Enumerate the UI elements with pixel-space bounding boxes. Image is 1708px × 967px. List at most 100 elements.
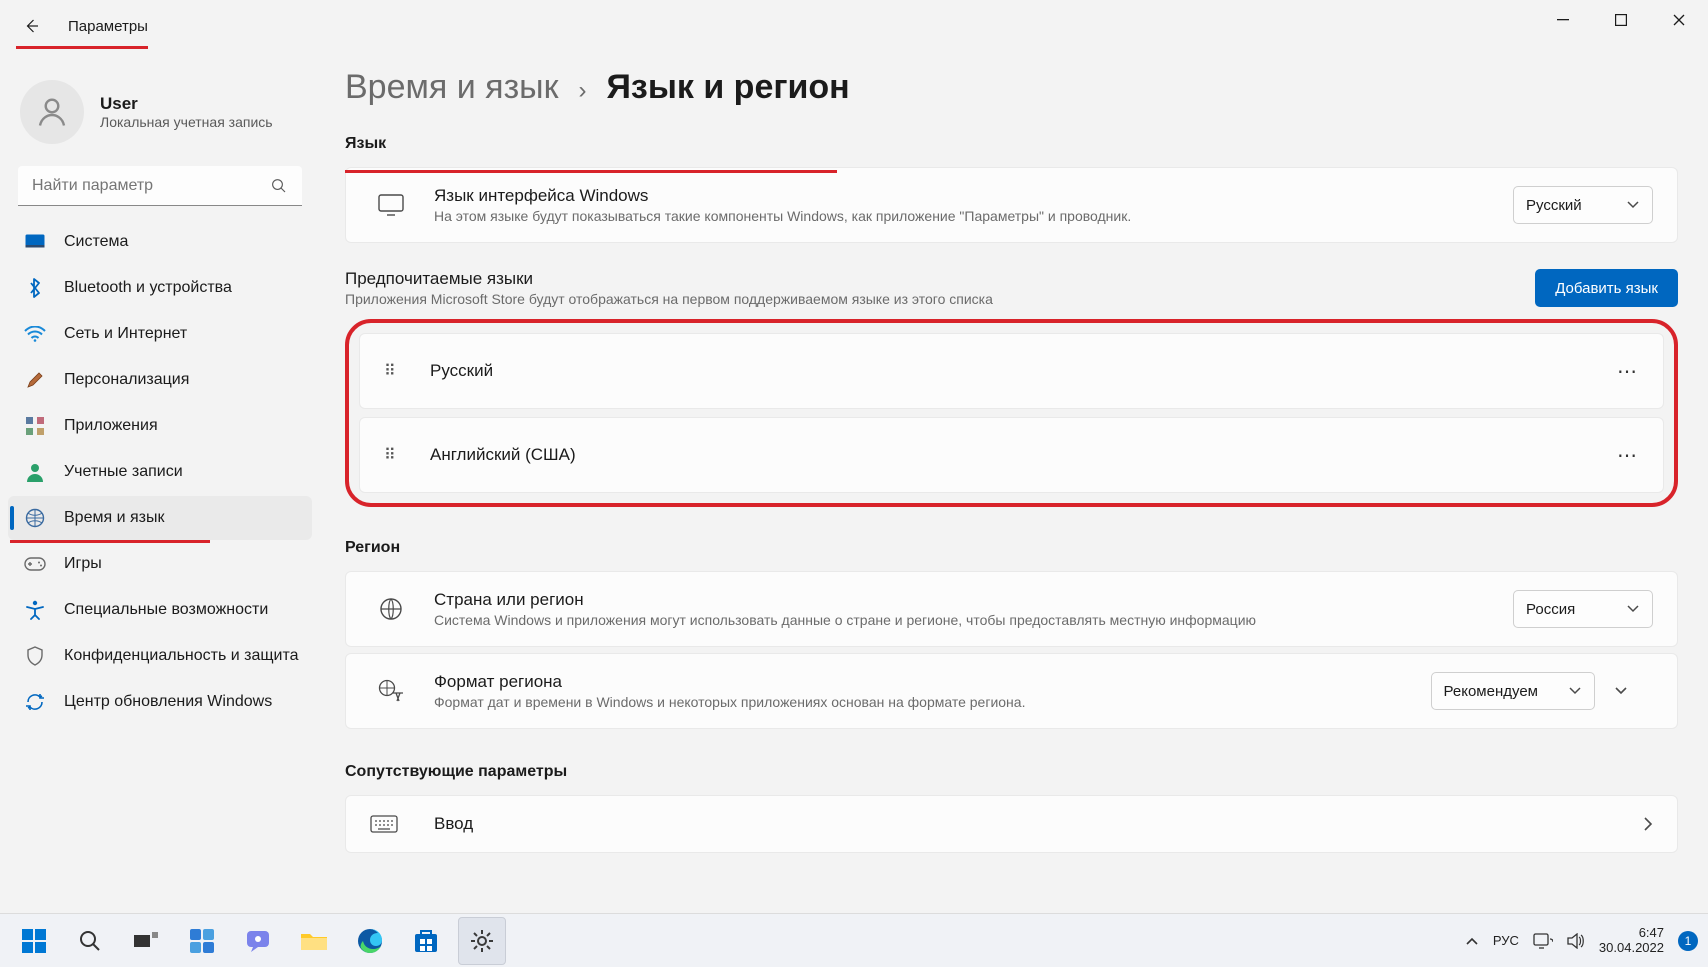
- search-icon: [78, 929, 102, 953]
- taskbar-right: РУС 6:47 30.04.2022 1: [1465, 926, 1708, 956]
- tray-time: 6:47: [1599, 926, 1664, 941]
- widgets-button[interactable]: [178, 917, 226, 965]
- more-options-button[interactable]: ⋯: [1617, 359, 1639, 384]
- tray-network-icon[interactable]: [1533, 933, 1553, 949]
- preferred-header: Предпочитаемые языки Приложения Microsof…: [345, 269, 1678, 307]
- store-button[interactable]: [402, 917, 450, 965]
- language-label: Английский (США): [430, 445, 1617, 465]
- bluetooth-icon: [24, 277, 46, 299]
- related-card: Ввод: [345, 795, 1678, 853]
- gear-icon: [469, 928, 495, 954]
- nav-list: Система Bluetooth и устройства Сеть и Ин…: [8, 220, 312, 724]
- brush-icon: [24, 369, 46, 391]
- update-icon: [24, 691, 46, 713]
- sidebar-item-label: Специальные возможности: [64, 601, 268, 619]
- related-input-row[interactable]: Ввод: [346, 796, 1677, 852]
- country-card: Страна или регион Система Windows и прил…: [345, 571, 1678, 647]
- user-subtitle: Локальная учетная запись: [100, 114, 273, 130]
- tray-language[interactable]: РУС: [1493, 933, 1519, 948]
- display-language-select[interactable]: Русский: [1513, 186, 1653, 224]
- taskbar-left: [0, 917, 506, 965]
- add-language-button[interactable]: Добавить язык: [1535, 269, 1678, 307]
- minimize-button[interactable]: [1534, 0, 1592, 40]
- monitor-icon: [370, 194, 412, 216]
- chevron-down-icon: [1626, 200, 1640, 210]
- explorer-button[interactable]: [290, 917, 338, 965]
- task-view-button[interactable]: [122, 917, 170, 965]
- more-options-button[interactable]: ⋯: [1617, 443, 1639, 468]
- sidebar-item-label: Приложения: [64, 417, 158, 435]
- language-label: Русский: [430, 361, 1617, 381]
- sidebar-item-personalization[interactable]: Персонализация: [8, 358, 312, 402]
- sidebar-item-privacy[interactable]: Конфиденциальность и защита: [8, 634, 312, 678]
- sidebar-item-accounts[interactable]: Учетные записи: [8, 450, 312, 494]
- display-language-desc: На этом языке будут показываться такие к…: [434, 208, 1513, 224]
- section-region: Регион: [345, 539, 1678, 557]
- preferred-title: Предпочитаемые языки: [345, 269, 993, 289]
- edge-icon: [357, 928, 383, 954]
- close-button[interactable]: [1650, 0, 1708, 40]
- sidebar-item-apps[interactable]: Приложения: [8, 404, 312, 448]
- sidebar-item-bluetooth[interactable]: Bluetooth и устройства: [8, 266, 312, 310]
- sidebar-item-label: Персонализация: [64, 371, 189, 389]
- back-button[interactable]: [12, 6, 52, 46]
- accessibility-icon: [24, 599, 46, 621]
- globe-clock-icon: [24, 507, 46, 529]
- drag-handle-icon[interactable]: ⠿: [384, 445, 416, 465]
- task-view-icon: [133, 931, 159, 951]
- sidebar-item-system[interactable]: Система: [8, 220, 312, 264]
- tray-volume-icon[interactable]: [1567, 933, 1585, 949]
- select-value: Рекомендуем: [1444, 683, 1538, 700]
- search-input[interactable]: [18, 166, 302, 206]
- sidebar-item-update[interactable]: Центр обновления Windows: [8, 680, 312, 724]
- taskbar: РУС 6:47 30.04.2022 1: [0, 913, 1708, 967]
- country-text: Страна или регион Система Windows и прил…: [434, 590, 1513, 628]
- language-item-english-us[interactable]: ⠿ Английский (США) ⋯: [359, 417, 1664, 493]
- country-title: Страна или регион: [434, 590, 1513, 610]
- sidebar-item-label: Конфиденциальность и защита: [64, 647, 299, 665]
- sidebar-item-label: Учетные записи: [64, 463, 183, 481]
- tray-clock[interactable]: 6:47 30.04.2022: [1599, 926, 1664, 956]
- display-language-card: Язык интерфейса Windows На этом языке бу…: [345, 167, 1678, 243]
- sidebar-item-accessibility[interactable]: Специальные возможности: [8, 588, 312, 632]
- tray-chevron-up[interactable]: [1465, 936, 1479, 946]
- edge-button[interactable]: [346, 917, 394, 965]
- start-button[interactable]: [10, 917, 58, 965]
- format-select[interactable]: Рекомендуем: [1431, 672, 1595, 710]
- breadcrumb: Время и язык › Язык и регион: [345, 60, 1678, 107]
- minimize-icon: [1557, 14, 1569, 26]
- language-item-russian[interactable]: ⠿ Русский ⋯: [359, 333, 1664, 409]
- titlebar: Параметры: [0, 0, 1708, 52]
- preferred-desc: Приложения Microsoft Store будут отображ…: [345, 291, 993, 307]
- sidebar-item-network[interactable]: Сеть и Интернет: [8, 312, 312, 356]
- gamepad-icon: [24, 553, 46, 575]
- sidebar-item-gaming[interactable]: Игры: [8, 542, 312, 586]
- search-box: [18, 166, 302, 206]
- windows-icon: [21, 928, 47, 954]
- sidebar-item-label: Сеть и Интернет: [64, 325, 187, 343]
- sidebar-item-label: Игры: [64, 555, 102, 573]
- tray-date: 30.04.2022: [1599, 941, 1664, 956]
- sidebar-item-label: Время и язык: [64, 509, 164, 527]
- search-button[interactable]: [66, 917, 114, 965]
- drag-handle-icon[interactable]: ⠿: [384, 361, 416, 381]
- system-icon: [24, 231, 46, 253]
- sidebar-item-label: Bluetooth и устройства: [64, 279, 232, 297]
- settings-taskbar-button[interactable]: [458, 917, 506, 965]
- chevron-right-icon: [1643, 816, 1653, 832]
- notification-badge[interactable]: 1: [1678, 931, 1698, 951]
- sidebar: User Локальная учетная запись Система Bl…: [0, 60, 320, 736]
- format-desc: Формат дат и времени в Windows и некотор…: [434, 694, 1431, 710]
- user-block[interactable]: User Локальная учетная запись: [8, 72, 312, 162]
- window-title: Параметры: [68, 18, 148, 35]
- chat-button[interactable]: [234, 917, 282, 965]
- globe-icon: [370, 597, 412, 621]
- sidebar-item-time-language[interactable]: Время и язык: [8, 496, 312, 540]
- expand-button[interactable]: [1613, 685, 1653, 697]
- display-language-title: Язык интерфейса Windows: [434, 186, 1513, 206]
- country-select[interactable]: Россия: [1513, 590, 1653, 628]
- avatar: [20, 80, 84, 144]
- breadcrumb-parent[interactable]: Время и язык: [345, 68, 558, 107]
- maximize-button[interactable]: [1592, 0, 1650, 40]
- account-icon: [24, 461, 46, 483]
